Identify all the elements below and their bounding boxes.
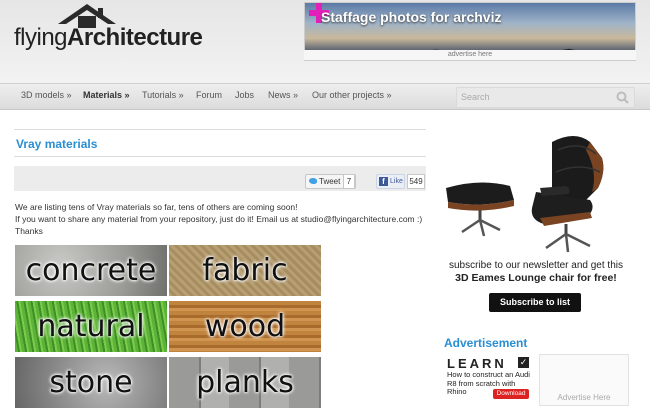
- advertisement-heading: Advertisement: [444, 336, 528, 350]
- tweet-count: 7: [343, 174, 355, 189]
- nav-item-materials[interactable]: Materials »: [83, 90, 130, 100]
- nav-item-tutorials[interactable]: Tutorials »: [142, 90, 184, 100]
- material-tile-fabric[interactable]: fabric: [169, 245, 321, 296]
- nav-item-jobs[interactable]: Jobs: [235, 90, 254, 100]
- tweet-label: Tweet: [319, 177, 341, 186]
- newsletter-line: subscribe to our newsletter and get this: [449, 260, 623, 271]
- search-input[interactable]: [461, 91, 611, 103]
- material-tile-stone[interactable]: stone: [15, 357, 167, 408]
- intro-line: Thanks: [15, 226, 43, 236]
- like-count: 549: [407, 174, 425, 189]
- search-icon[interactable]: [616, 91, 629, 104]
- site-logo[interactable]: flyingArchitecture: [12, 0, 212, 60]
- logo-text-flying: flying: [14, 24, 68, 51]
- eames-lounge-chair-image[interactable]: [440, 128, 630, 256]
- download-button[interactable]: Download: [493, 389, 529, 399]
- intro-text: We are listing tens of Vray materials so…: [15, 201, 422, 237]
- material-tile-planks[interactable]: planks: [169, 357, 321, 408]
- logo-text-architecture: Architecture: [67, 24, 203, 51]
- learn-brand: LEARN: [447, 356, 507, 371]
- material-tile-wood[interactable]: wood: [169, 301, 321, 352]
- subscribe-button[interactable]: Subscribe to list: [489, 293, 581, 312]
- divider: [14, 156, 426, 157]
- like-label: Like: [390, 178, 403, 185]
- main-nav: 3D models » Materials » Tutorials » Foru…: [0, 83, 650, 110]
- page-title: Vray materials: [16, 137, 98, 151]
- banner-text: Staffage photos for archviz: [321, 9, 502, 25]
- newsletter-promo: subscribe to our newsletter and get this…: [436, 259, 636, 285]
- nav-item-3d-models[interactable]: 3D models »: [21, 90, 72, 100]
- intro-line: We are listing tens of Vray materials so…: [15, 202, 298, 212]
- nav-item-forum[interactable]: Forum: [196, 90, 222, 100]
- search-box: [456, 87, 635, 108]
- share-bar: Tweet 7 f Like 549: [14, 166, 426, 191]
- twitter-bird-icon: [309, 178, 317, 184]
- divider: [14, 129, 426, 130]
- nav-item-news[interactable]: News »: [268, 90, 298, 100]
- nav-item-other-projects[interactable]: Our other projects »: [312, 90, 392, 100]
- facebook-icon: f: [379, 177, 388, 186]
- material-tile-concrete[interactable]: concrete: [15, 245, 167, 296]
- advertise-here-label: Advertise Here: [557, 393, 611, 402]
- material-tile-natural[interactable]: natural: [15, 301, 167, 352]
- advertise-here-link[interactable]: advertise here: [304, 50, 636, 60]
- advertise-here-box[interactable]: Advertise Here: [539, 354, 629, 406]
- newsletter-offer: 3D Eames Lounge chair for free!: [455, 272, 617, 284]
- facebook-like-button[interactable]: f Like: [376, 174, 405, 189]
- intro-line: If you want to share any material from y…: [15, 214, 423, 224]
- check-icon: ✓: [518, 357, 529, 368]
- logo-text: flyingArchitecture: [14, 24, 203, 52]
- learn-rhino-ad[interactable]: LEARN ✓ How to construct an Audi R8 from…: [447, 356, 533, 400]
